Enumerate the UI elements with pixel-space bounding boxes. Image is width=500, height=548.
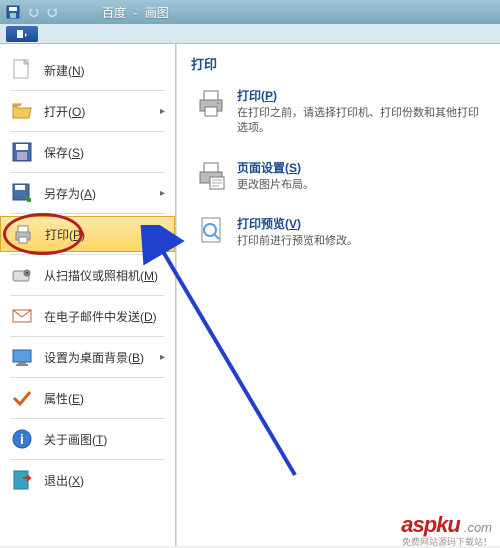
menu-scan[interactable]: 从扫描仪或照相机(M) xyxy=(0,257,175,293)
menu-label: 打开(O) xyxy=(44,103,85,120)
titlebar: 百度 - 画图 xyxy=(0,0,500,24)
menu-wallpaper[interactable]: 设置为桌面背景(B) ▸ xyxy=(0,339,175,375)
ribbon-bar xyxy=(0,24,500,44)
saveas-icon xyxy=(10,181,34,205)
submenu-print-preview[interactable]: 打印预览(V) 打印前进行预览和修改。 xyxy=(191,211,486,253)
menu-label: 保存(S) xyxy=(44,144,84,161)
quick-access-toolbar xyxy=(4,3,62,21)
menu-label: 退出(X) xyxy=(44,472,84,489)
chevron-right-icon: ▸ xyxy=(160,352,165,363)
scanner-icon xyxy=(10,263,34,287)
menu-exit[interactable]: 退出(X) xyxy=(0,462,175,498)
file-menu-button[interactable] xyxy=(6,26,38,42)
menu-label: 从扫描仪或照相机(M) xyxy=(44,267,158,284)
page-setup-icon xyxy=(195,159,227,191)
document-name: 百度 xyxy=(102,6,126,20)
exit-icon xyxy=(10,468,34,492)
svg-text:i: i xyxy=(20,431,24,447)
submenu-item-name: 打印预览(V) xyxy=(237,215,482,232)
menu-open[interactable]: 打开(O) ▸ xyxy=(0,93,175,129)
email-icon xyxy=(10,304,34,328)
open-icon xyxy=(10,99,34,123)
print-submenu: 打印 打印(P) 在打印之前，请选择打印机、打印份数和其他打印选项。 页面设置(… xyxy=(176,44,500,546)
submenu-print[interactable]: 打印(P) 在打印之前，请选择打印机、打印份数和其他打印选项。 xyxy=(191,83,486,141)
menu-label: 打印(P) xyxy=(45,226,85,243)
new-icon xyxy=(10,58,34,82)
menu-about[interactable]: i 关于画图(T) xyxy=(0,421,175,457)
printer-icon xyxy=(11,222,35,246)
app-name: 画图 xyxy=(145,6,169,20)
redo-icon[interactable] xyxy=(44,3,62,21)
printer-icon xyxy=(195,87,227,119)
menu-print[interactable]: 打印(P) ▸ xyxy=(0,216,175,252)
properties-icon xyxy=(10,386,34,410)
undo-icon[interactable] xyxy=(24,3,42,21)
menu-label: 新建(N) xyxy=(44,62,85,79)
menu-label: 设置为桌面背景(B) xyxy=(44,349,144,366)
save-icon[interactable] xyxy=(4,3,22,21)
submenu-item-desc: 打印前进行预览和修改。 xyxy=(237,234,482,249)
menu-saveas[interactable]: 另存为(A) ▸ xyxy=(0,175,175,211)
menu-label: 在电子邮件中发送(D) xyxy=(44,308,157,325)
submenu-title: 打印 xyxy=(191,54,486,73)
menu-properties[interactable]: 属性(E) xyxy=(0,380,175,416)
watermark: aspku .com 免费网站源码下载站！ xyxy=(401,512,492,538)
menu-label: 另存为(A) xyxy=(44,185,96,202)
window-title: 百度 - 画图 xyxy=(102,4,169,21)
desktop-icon xyxy=(10,345,34,369)
info-icon: i xyxy=(10,427,34,451)
chevron-right-icon: ▸ xyxy=(160,188,165,199)
save-icon xyxy=(10,140,34,164)
submenu-page-setup[interactable]: 页面设置(S) 更改图片布局。 xyxy=(191,155,486,197)
chevron-right-icon: ▸ xyxy=(159,229,164,240)
submenu-item-name: 打印(P) xyxy=(237,87,482,104)
submenu-item-desc: 更改图片布局。 xyxy=(237,178,482,193)
file-menu: 新建(N) 打开(O) ▸ 保存(S) 另存为(A) ▸ 打印(P) ▸ xyxy=(0,44,176,546)
chevron-right-icon: ▸ xyxy=(160,106,165,117)
submenu-item-name: 页面设置(S) xyxy=(237,159,482,176)
menu-label: 关于画图(T) xyxy=(44,431,107,448)
menu-new[interactable]: 新建(N) xyxy=(0,52,175,88)
watermark-tag: 免费网站源码下载站！ xyxy=(402,535,492,548)
preview-icon xyxy=(195,215,227,247)
menu-save[interactable]: 保存(S) xyxy=(0,134,175,170)
menu-email[interactable]: 在电子邮件中发送(D) xyxy=(0,298,175,334)
submenu-item-desc: 在打印之前，请选择打印机、打印份数和其他打印选项。 xyxy=(237,106,482,137)
menu-label: 属性(E) xyxy=(44,390,84,407)
watermark-suffix: .com xyxy=(464,520,492,535)
